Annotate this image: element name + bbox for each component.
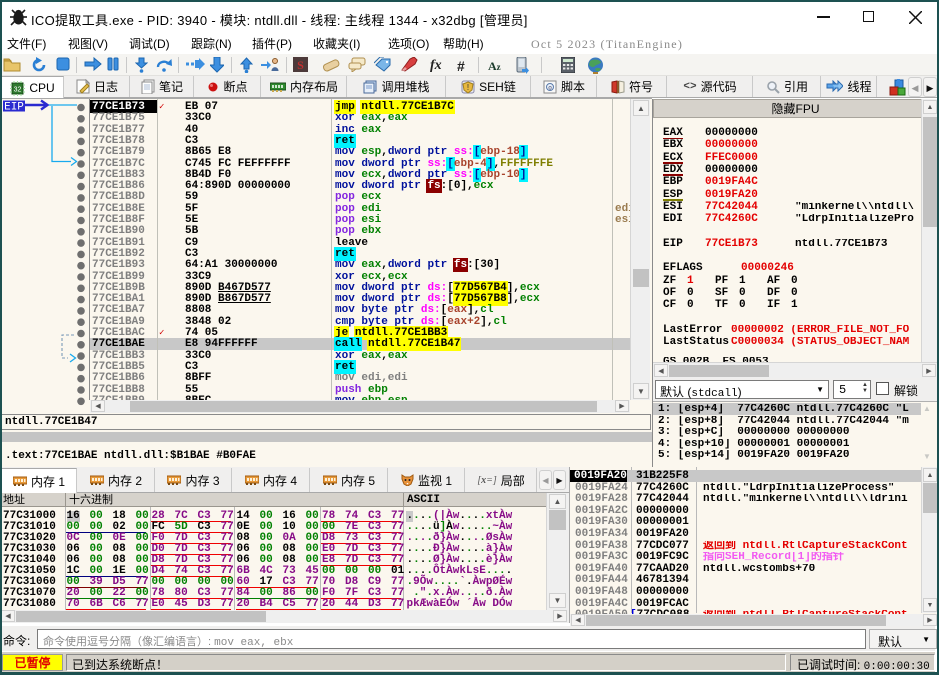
svg-text:32: 32 xyxy=(14,86,22,93)
svg-text:S: S xyxy=(297,58,304,72)
svg-text:!: ! xyxy=(467,83,469,92)
